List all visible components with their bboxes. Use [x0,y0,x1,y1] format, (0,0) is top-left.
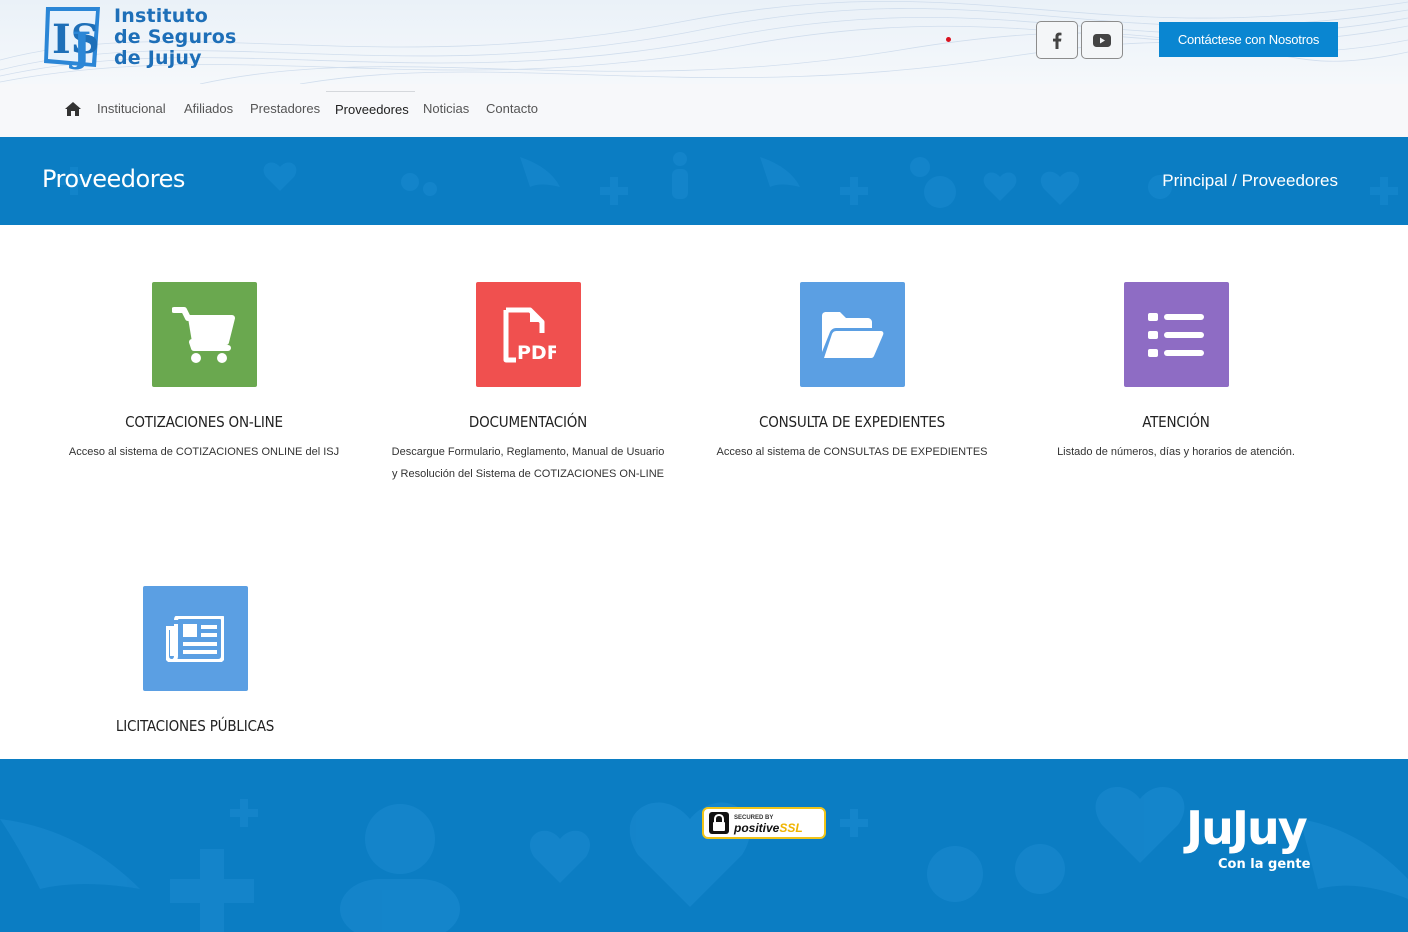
jujuy-logo[interactable]: JuJuy Con la gente [1186,803,1342,878]
logo-line-3: de Jujuy [114,46,202,69]
list-icon [1148,312,1204,357]
card-cotizaciones[interactable]: COTIZACIONES ON-LINE Acceso al sistema d… [59,282,349,463]
svg-text:J: J [69,24,91,71]
ssl-brand: positiveSSL [734,821,803,835]
card-licitaciones[interactable]: LICITACIONES PÚBLICAS [50,586,340,735]
cart-icon [172,306,235,363]
pdf-icon-tile[interactable]: PDF [475,282,581,387]
nav-item-contacto[interactable]: Contacto [486,101,538,116]
red-dot-indicator [946,37,951,42]
card-title[interactable]: ATENCIÓN [1031,413,1321,431]
page-banner: Proveedores Principal / Proveedores [0,137,1408,225]
home-icon[interactable] [64,101,82,117]
ssl-text: SECURED BY positiveSSL [734,814,803,835]
nav-item-noticias[interactable]: Noticias [423,101,469,116]
youtube-icon [1093,33,1111,47]
card-description: Listado de números, días y horarios de a… [1057,446,1295,458]
isj-logo-text: Instituto de Seguros de Jujuy [114,4,237,69]
card-title[interactable]: DOCUMENTACIÓN [383,413,673,431]
positive-ssl-badge[interactable]: SECURED BY positiveSSL [702,807,826,839]
nav-item-afiliados[interactable]: Afiliados [184,101,233,116]
card-description: Acceso al sistema de CONSULTAS DE EXPEDI… [716,446,988,458]
breadcrumb[interactable]: Principal / Proveedores [1162,171,1338,191]
card-atencion[interactable]: ATENCIÓN Listado de números, días y hora… [1031,282,1321,463]
jujuy-logo-word: JuJuy [1186,801,1308,855]
nav-item-prestadores[interactable]: Prestadores [250,101,320,116]
isj-logo[interactable]: IS J Instituto de Seguros de Jujuy [42,2,242,72]
youtube-button[interactable] [1081,21,1123,59]
nav-item-proveedores[interactable]: Proveedores [335,102,409,117]
site-footer: SECURED BY positiveSSL JuJuy Con la gent… [0,759,1408,932]
card-description: Descargue Formulario, Reglamento, Manual… [391,446,665,480]
isj-logo-mark: IS J [44,7,100,71]
card-title[interactable]: LICITACIONES PÚBLICAS [50,717,340,735]
jujuy-logo-tagline: Con la gente [1218,857,1311,872]
newspaper-icon [166,615,224,662]
card-title[interactable]: CONSULTA DE EXPEDIENTES [707,413,997,431]
page-title: Proveedores [42,165,185,193]
card-documentacion[interactable]: PDF DOCUMENTACIÓN Descargue Formulario, … [383,282,673,485]
folder-icon-tile[interactable] [799,282,905,387]
contact-us-button[interactable]: Contáctese con Nosotros [1159,22,1338,57]
cart-icon-tile[interactable] [151,282,257,387]
folder-open-icon [822,311,884,358]
logo-line-2: de Seguros [114,25,237,48]
list-icon-tile[interactable] [1123,282,1229,387]
ssl-brand-positive: positive [734,820,780,835]
main-nav: Institucional Afiliados Prestadores Prov… [0,84,1408,137]
nav-item-institucional[interactable]: Institucional [97,101,166,116]
site-header: IS J Instituto de Seguros de Jujuy Contá… [0,0,1408,84]
facebook-icon [1053,32,1062,49]
lock-icon [709,812,729,834]
newspaper-icon-tile[interactable] [142,586,248,691]
card-description: Acceso al sistema de COTIZACIONES ONLINE… [68,446,340,458]
ssl-brand-suffix: SSL [779,820,803,835]
nav-active-indicator [326,91,415,92]
card-expedientes[interactable]: CONSULTA DE EXPEDIENTES Acceso al sistem… [707,282,997,463]
card-title[interactable]: COTIZACIONES ON-LINE [59,413,349,431]
pdf-icon: PDF [503,307,556,363]
logo-line-1: Instituto [114,4,209,27]
svg-text:PDF: PDF [517,342,556,363]
facebook-button[interactable] [1036,21,1078,59]
